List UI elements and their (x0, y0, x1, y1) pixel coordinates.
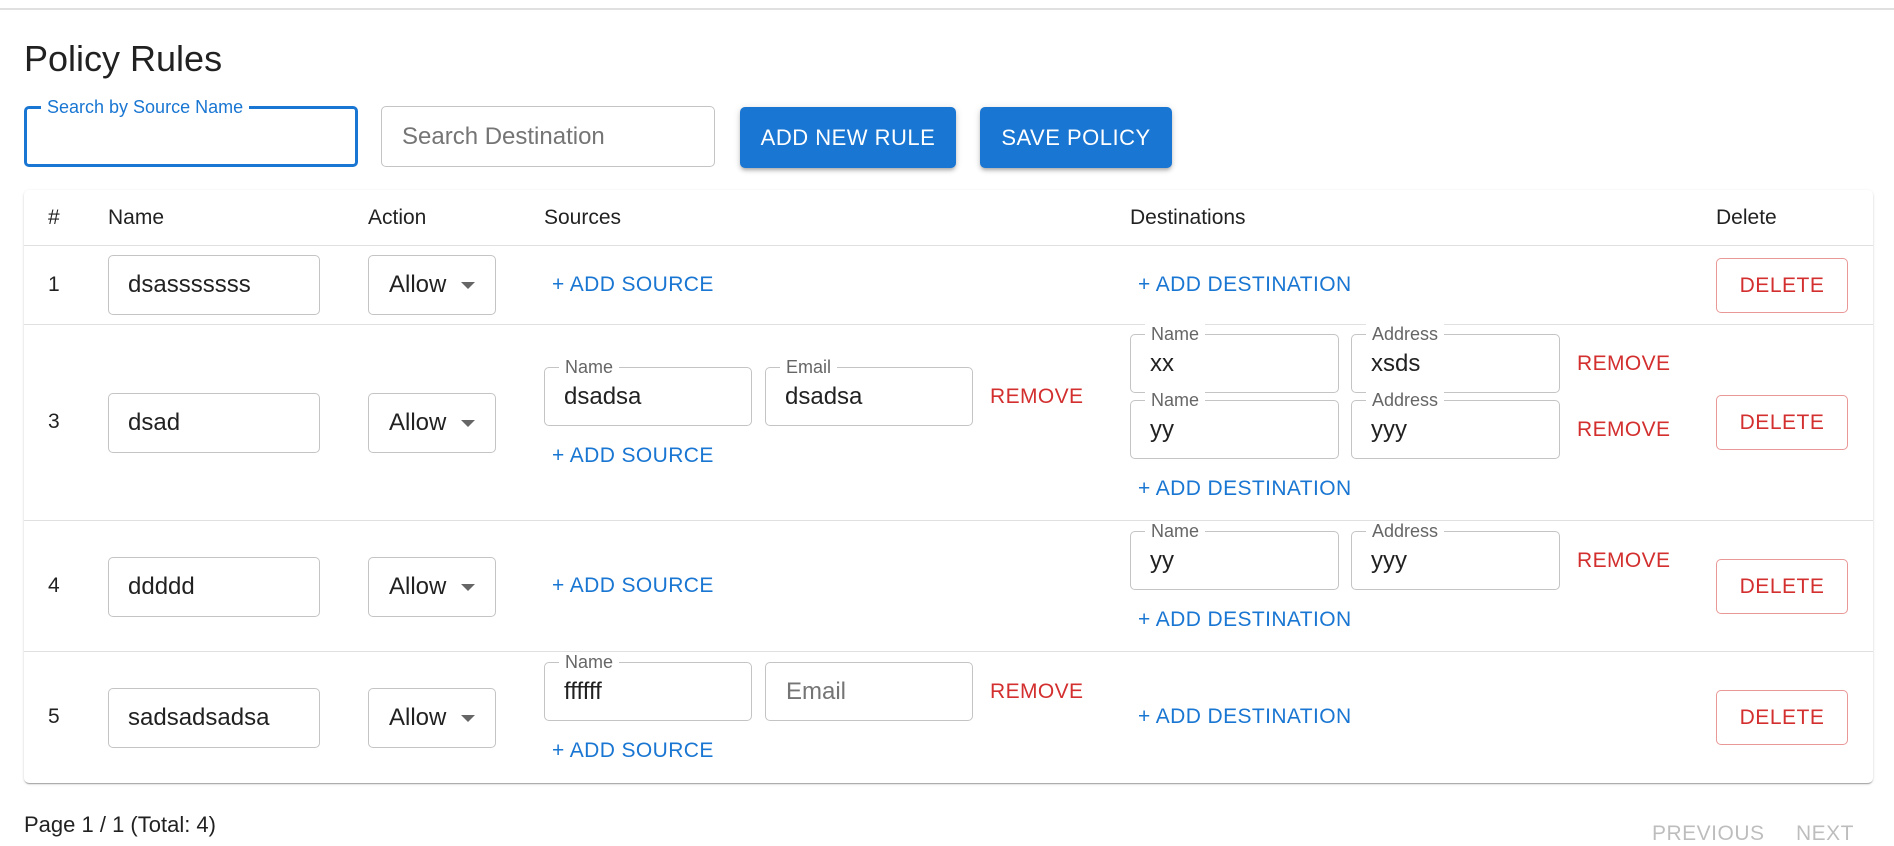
rule-action-value: Allow (389, 573, 447, 600)
add-source-button[interactable]: + ADD SOURCE (552, 574, 714, 598)
destination-address-input[interactable]: Address xsds (1351, 324, 1560, 393)
header-num: # (48, 206, 60, 229)
destination-name-value: yy (1150, 415, 1174, 443)
rule-name-value: ddddd (128, 573, 195, 600)
rule-name-input[interactable]: dsasssssss (108, 255, 320, 315)
caret-down-icon (461, 420, 475, 427)
row-divider (24, 324, 1873, 325)
row-divider (24, 651, 1873, 652)
rule-action-select[interactable]: Allow (368, 557, 496, 617)
search-destination-input[interactable]: Search Destination (381, 106, 715, 167)
row-number: 1 (48, 273, 60, 296)
search-source-label: Search by Source Name (41, 97, 250, 117)
source-email-placeholder: Email (786, 677, 847, 705)
caret-down-icon (461, 282, 475, 289)
source-email-value: dsadsa (785, 382, 863, 410)
add-source-button[interactable]: + ADD SOURCE (552, 739, 714, 763)
source-name-value: dsadsa (564, 382, 642, 410)
remove-source-button[interactable]: REMOVE (990, 385, 1083, 409)
search-destination-placeholder: Search Destination (402, 122, 605, 150)
destination-name-input[interactable]: Name xx (1130, 324, 1339, 393)
header-destinations: Destinations (1130, 206, 1246, 229)
previous-page-button[interactable]: PREVIOUS (1652, 822, 1765, 846)
delete-rule-button[interactable]: DELETE (1716, 559, 1848, 614)
source-name-input[interactable]: Name ffffff (544, 652, 752, 721)
row-divider (24, 245, 1873, 246)
rule-name-input[interactable]: sadsadsadsa (108, 688, 320, 748)
add-destination-button[interactable]: + ADD DESTINATION (1138, 608, 1352, 632)
search-source-input[interactable]: Search by Source Name (24, 97, 358, 167)
add-source-button[interactable]: + ADD SOURCE (552, 273, 714, 297)
destination-name-value: xx (1150, 349, 1174, 377)
header-sources: Sources (544, 206, 622, 229)
source-name-value: ffffff (564, 677, 602, 705)
row-number: 3 (48, 410, 60, 433)
row-number: 4 (48, 574, 60, 597)
remove-source-button[interactable]: REMOVE (990, 680, 1083, 704)
add-destination-button[interactable]: + ADD DESTINATION (1138, 477, 1352, 501)
add-new-rule-button[interactable]: ADD NEW RULE (740, 107, 956, 168)
add-source-button[interactable]: + ADD SOURCE (552, 444, 714, 468)
next-page-button[interactable]: NEXT (1796, 822, 1854, 846)
rule-action-select[interactable]: Allow (368, 688, 496, 748)
delete-rule-button[interactable]: DELETE (1716, 690, 1848, 745)
rule-name-value: dsasssssss (128, 271, 251, 298)
source-email-input[interactable]: Email (765, 662, 973, 721)
remove-destination-button[interactable]: REMOVE (1577, 418, 1670, 442)
add-destination-button[interactable]: + ADD DESTINATION (1138, 273, 1352, 297)
delete-rule-button[interactable]: DELETE (1716, 258, 1848, 313)
add-destination-button[interactable]: + ADD DESTINATION (1138, 705, 1352, 729)
rule-name-input[interactable]: ddddd (108, 557, 320, 617)
destination-address-value: yyy (1371, 546, 1407, 574)
source-name-input[interactable]: Name dsadsa (544, 357, 752, 426)
rule-name-input[interactable]: dsad (108, 393, 320, 453)
destination-address-input[interactable]: Address yyy (1351, 390, 1560, 459)
destination-address-input[interactable]: Address yyy (1351, 521, 1560, 590)
rule-action-select[interactable]: Allow (368, 255, 496, 315)
header-action: Action (368, 206, 427, 229)
delete-rule-button[interactable]: DELETE (1716, 395, 1848, 450)
rule-action-value: Allow (389, 409, 447, 436)
destination-address-value: xsds (1371, 349, 1421, 377)
header-name: Name (108, 206, 165, 229)
row-divider (24, 520, 1873, 521)
caret-down-icon (461, 715, 475, 722)
rule-name-value: sadsadsadsa (128, 704, 270, 731)
destination-address-value: yyy (1371, 415, 1407, 443)
rule-action-select[interactable]: Allow (368, 393, 496, 453)
rule-action-value: Allow (389, 271, 447, 298)
save-policy-button[interactable]: SAVE POLICY (980, 107, 1172, 168)
row-number: 5 (48, 705, 60, 728)
destination-name-input[interactable]: Name yy (1130, 390, 1339, 459)
app-bar-divider (0, 8, 1894, 10)
destination-name-value: yy (1150, 546, 1174, 574)
destination-name-input[interactable]: Name yy (1130, 521, 1339, 590)
pagination-status: Page 1 / 1 (Total: 4) (24, 812, 216, 837)
source-email-input[interactable]: Email dsadsa (765, 357, 973, 426)
rule-action-value: Allow (389, 704, 447, 731)
rule-name-value: dsad (128, 409, 181, 436)
caret-down-icon (461, 584, 475, 591)
remove-destination-button[interactable]: REMOVE (1577, 549, 1670, 573)
page-title: Policy Rules (24, 38, 223, 79)
remove-destination-button[interactable]: REMOVE (1577, 352, 1670, 376)
header-delete: Delete (1716, 206, 1777, 229)
